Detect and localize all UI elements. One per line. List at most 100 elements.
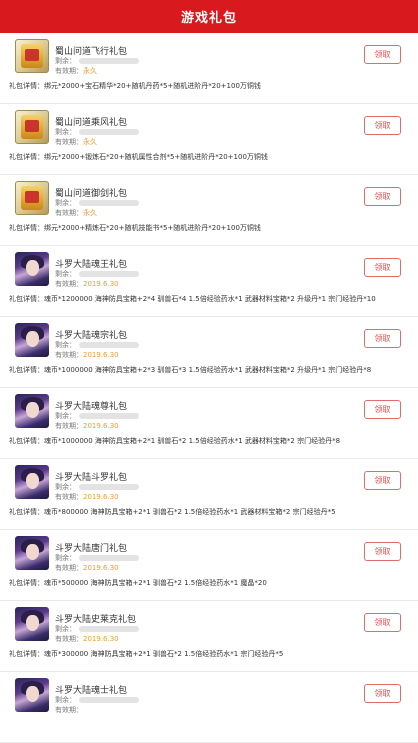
douluo-game-icon <box>15 465 49 499</box>
claim-button[interactable]: 领取 <box>364 187 401 206</box>
expiry-value: 2019.6.30 <box>83 422 119 430</box>
expiry-value: 2019.6.30 <box>83 564 119 572</box>
expiry-label: 有效期： <box>55 422 83 430</box>
douluo-game-icon <box>15 252 49 286</box>
remain-label: 剩余： <box>55 341 76 349</box>
expiry-value: 2019.6.30 <box>83 280 119 288</box>
expiry-row: 有效期：永久 <box>55 208 97 218</box>
remain-progress-bar <box>79 129 139 135</box>
remain-progress-bar <box>79 626 139 632</box>
expiry-row: 有效期：2019.6.30 <box>55 492 119 502</box>
remain-label: 剩余： <box>55 128 76 136</box>
emei-game-icon <box>15 181 49 215</box>
gift-pack-detail: 礼包详情：魂币*500000 海神防具宝箱+2*1 驯兽石*2 1.5倍经验药水… <box>9 579 267 587</box>
expiry-row: 有效期：永久 <box>55 137 97 147</box>
gift-pack-detail: 礼包详情：魂币*300000 海神防具宝箱+2*1 驯兽石*2 1.5倍经验药水… <box>9 650 284 658</box>
expiry-label: 有效期： <box>55 706 83 714</box>
gift-pack-detail: 礼包详情：魂币*800000 海神防具宝箱+2*1 驯兽石*2 1.5倍经验药水… <box>9 508 336 516</box>
expiry-value: 2019.6.30 <box>83 351 119 359</box>
remain-label: 剩余： <box>55 483 76 491</box>
expiry-value: 永久 <box>83 138 97 146</box>
gift-pack-item: 斗罗大陆魂宗礼包 剩余： 有效期：2019.6.30 礼包详情：魂币*10000… <box>0 317 418 388</box>
remain-row: 剩余： <box>55 624 139 634</box>
gift-pack-item: 斗罗大陆唐门礼包 剩余： 有效期：2019.6.30 礼包详情：魂币*50000… <box>0 530 418 601</box>
gift-pack-item: 斗罗大陆斗罗礼包 剩余： 有效期：2019.6.30 礼包详情：魂币*80000… <box>0 459 418 530</box>
claim-button[interactable]: 领取 <box>364 684 401 703</box>
expiry-row: 有效期：2019.6.30 <box>55 350 119 360</box>
expiry-value: 永久 <box>83 209 97 217</box>
gift-pack-item: 斗罗大陆史莱克礼包 剩余： 有效期：2019.6.30 礼包详情：魂币*3000… <box>0 601 418 672</box>
expiry-label: 有效期： <box>55 280 83 288</box>
expiry-value: 永久 <box>83 67 97 75</box>
gift-pack-item: 斗罗大陆魂尊礼包 剩余： 有效期：2019.6.30 礼包详情：魂币*10000… <box>0 388 418 459</box>
douluo-game-icon <box>15 536 49 570</box>
expiry-label: 有效期： <box>55 209 83 217</box>
remain-progress-bar <box>79 271 139 277</box>
claim-button[interactable]: 领取 <box>364 329 401 348</box>
remain-row: 剩余： <box>55 411 139 421</box>
remain-row: 剩余： <box>55 56 139 66</box>
expiry-row: 有效期：永久 <box>55 66 97 76</box>
gift-pack-list: 蜀山问道飞行礼包 剩余： 有效期：永久 礼包详情：绑元*2000+宝石精华*20… <box>0 33 418 743</box>
expiry-label: 有效期： <box>55 351 83 359</box>
claim-button[interactable]: 领取 <box>364 258 401 277</box>
expiry-row: 有效期： <box>55 705 83 715</box>
remain-row: 剩余： <box>55 198 139 208</box>
remain-label: 剩余： <box>55 554 76 562</box>
douluo-game-icon <box>15 394 49 428</box>
claim-button[interactable]: 领取 <box>364 613 401 632</box>
remain-label: 剩余： <box>55 270 76 278</box>
remain-progress-bar <box>79 413 139 419</box>
remain-progress-bar <box>79 200 139 206</box>
remain-progress-bar <box>79 484 139 490</box>
expiry-row: 有效期：2019.6.30 <box>55 634 119 644</box>
remain-progress-bar <box>79 555 139 561</box>
expiry-label: 有效期： <box>55 493 83 501</box>
remain-progress-bar <box>79 697 139 703</box>
remain-row: 剩余： <box>55 127 139 137</box>
emei-game-icon <box>15 110 49 144</box>
remain-progress-bar <box>79 58 139 64</box>
claim-button[interactable]: 领取 <box>364 471 401 490</box>
gift-pack-detail: 礼包详情：魂币*1000000 海神防具宝箱+2*1 驯兽石*2 1.5倍经验药… <box>9 437 341 445</box>
remain-label: 剩余： <box>55 696 76 704</box>
expiry-label: 有效期： <box>55 564 83 572</box>
remain-row: 剩余： <box>55 269 139 279</box>
page-header: 游戏礼包 <box>0 0 418 33</box>
gift-pack-item: 蜀山问道飞行礼包 剩余： 有效期：永久 礼包详情：绑元*2000+宝石精华*20… <box>0 33 418 104</box>
gift-pack-item: 斗罗大陆魂士礼包 剩余： 有效期： 领取 <box>0 672 418 743</box>
gift-pack-detail: 礼包详情：魂币*1200000 海神防具宝箱+2*4 驯兽石*4 1.5倍经验药… <box>9 295 376 303</box>
expiry-row: 有效期：2019.6.30 <box>55 421 119 431</box>
expiry-value: 2019.6.30 <box>83 635 119 643</box>
expiry-label: 有效期： <box>55 138 83 146</box>
gift-pack-item: 蜀山问道乘风礼包 剩余： 有效期：永久 礼包详情：绑元*2000+锻炼石*20+… <box>0 104 418 175</box>
claim-button[interactable]: 领取 <box>364 542 401 561</box>
remain-label: 剩余： <box>55 57 76 65</box>
gift-pack-detail: 礼包详情：绑元*2000+锻炼石*20+随机属性合剂*5+随机进阶丹*20+10… <box>9 153 268 161</box>
remain-row: 剩余： <box>55 340 139 350</box>
expiry-label: 有效期： <box>55 67 83 75</box>
douluo-game-icon <box>15 607 49 641</box>
remain-label: 剩余： <box>55 625 76 633</box>
expiry-value: 2019.6.30 <box>83 493 119 501</box>
remain-progress-bar <box>79 342 139 348</box>
douluo-game-icon <box>15 678 49 712</box>
gift-pack-detail: 礼包详情：绑元*2000+精炼石*20+随机技能书*5+随机进阶丹*20+100… <box>9 224 261 232</box>
gift-pack-item: 斗罗大陆魂王礼包 剩余： 有效期：2019.6.30 礼包详情：魂币*12000… <box>0 246 418 317</box>
expiry-row: 有效期：2019.6.30 <box>55 563 119 573</box>
claim-button[interactable]: 领取 <box>364 45 401 64</box>
gift-pack-detail: 礼包详情：绑元*2000+宝石精华*20+随机丹药*5+随机进阶丹*20+100… <box>9 82 261 90</box>
remain-row: 剩余： <box>55 482 139 492</box>
remain-label: 剩余： <box>55 199 76 207</box>
claim-button[interactable]: 领取 <box>364 116 401 135</box>
expiry-label: 有效期： <box>55 635 83 643</box>
gift-pack-detail: 礼包详情：魂币*1000000 海神防具宝箱+2*3 驯兽石*3 1.5倍经验药… <box>9 366 372 374</box>
page-title: 游戏礼包 <box>180 11 237 26</box>
emei-game-icon <box>15 39 49 73</box>
gift-pack-item: 蜀山问道御剑礼包 剩余： 有效期：永久 礼包详情：绑元*2000+精炼石*20+… <box>0 175 418 246</box>
remain-row: 剩余： <box>55 695 139 705</box>
expiry-row: 有效期：2019.6.30 <box>55 279 119 289</box>
claim-button[interactable]: 领取 <box>364 400 401 419</box>
douluo-game-icon <box>15 323 49 357</box>
remain-label: 剩余： <box>55 412 76 420</box>
